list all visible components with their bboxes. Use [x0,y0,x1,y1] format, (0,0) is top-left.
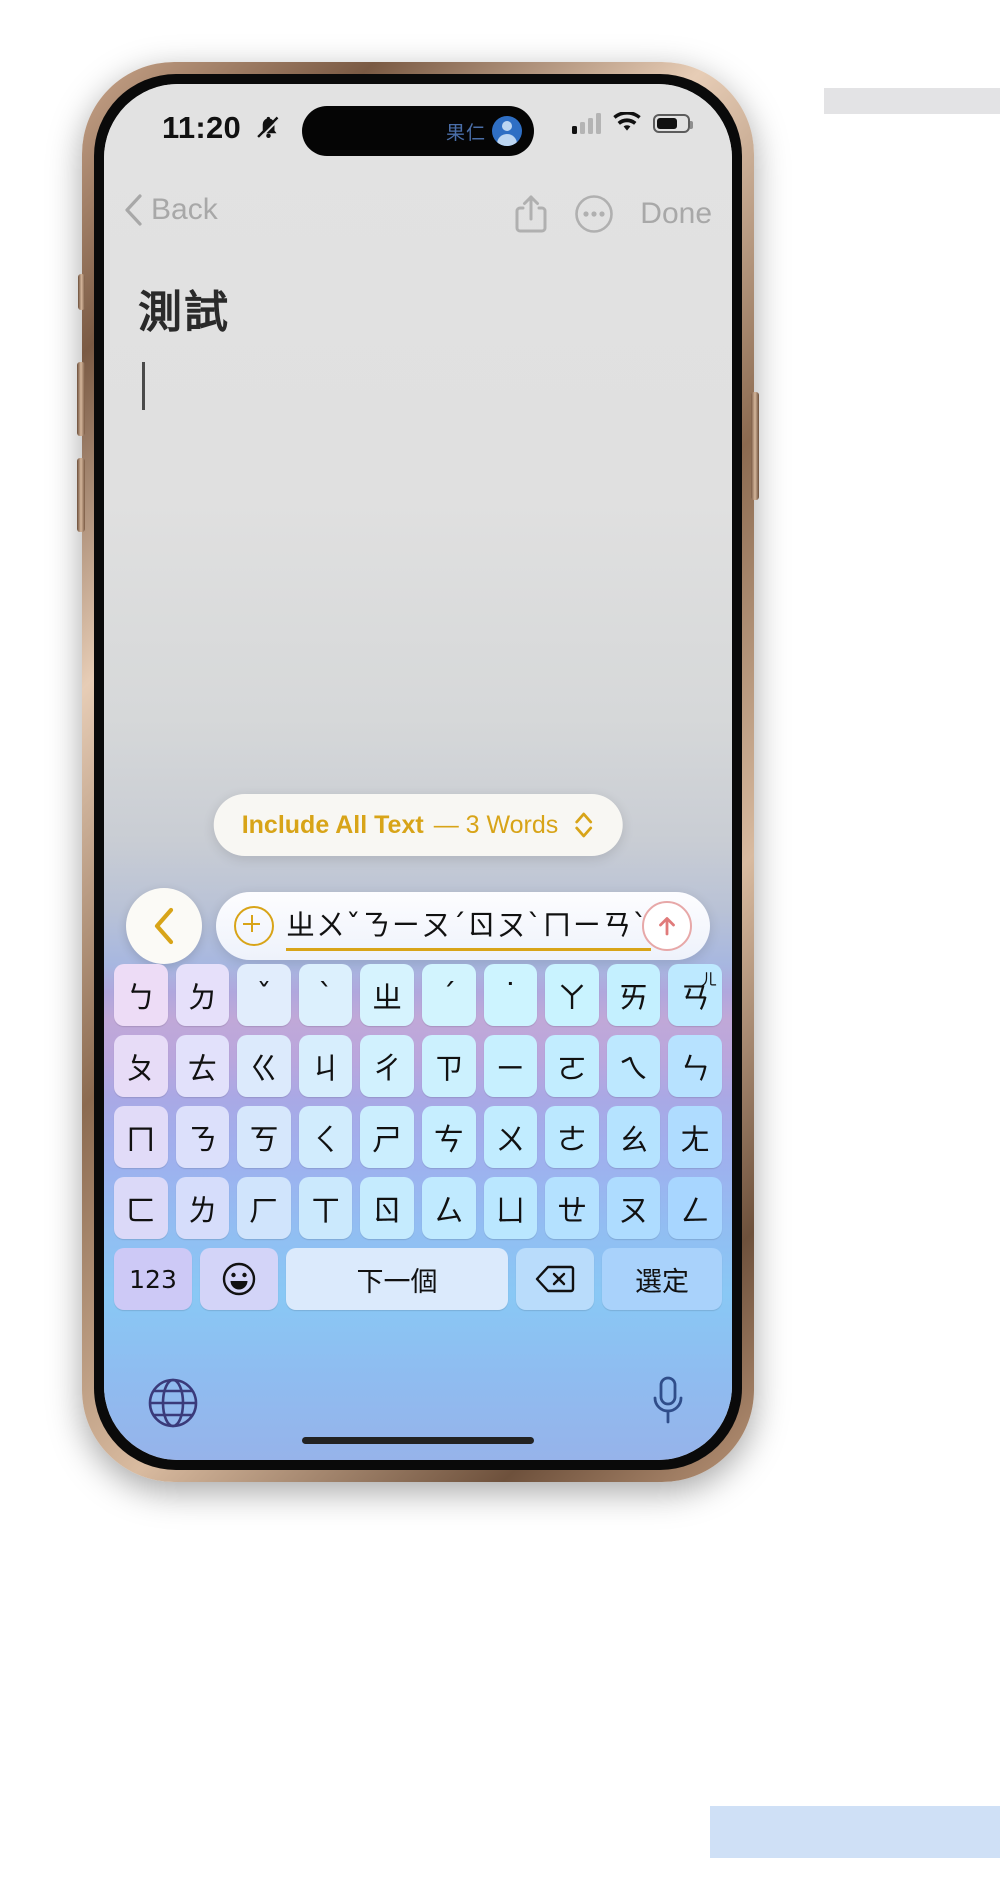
pill-count-label: — 3 Words [433,810,559,839]
bell-slash-icon [257,116,281,140]
chevron-left-icon [125,194,142,226]
ellipsis-circle-icon[interactable] [574,194,614,234]
back-button-label: Back [151,193,218,226]
key-qi[interactable]: ㄑ [298,1106,353,1168]
key-yu[interactable]: ㄩ [483,1177,538,1239]
key-chi[interactable]: ㄔ [360,1035,414,1097]
phone-screen: 11:20 果仁 Back Done 測試 Include All Text —… [104,84,732,1460]
key-tone2[interactable]: ˊ [421,964,476,1026]
key-er-superscript: ㄦ [700,970,717,989]
volume-down-button[interactable] [77,458,85,532]
key-ri[interactable]: ㄖ [360,1177,414,1239]
key-ge[interactable]: ㄍ [237,1035,291,1097]
globe-icon[interactable] [146,1376,200,1435]
keyboard-row-2: ㄆ ㄊ ㄍ ㄐ ㄔ ㄗ ㄧ ㄛ ㄟ ㄣ [104,1035,732,1097]
key-bo[interactable]: ㄅ [114,964,168,1026]
key-i[interactable]: ㄧ [483,1035,538,1097]
key-ai[interactable]: ㄞ [606,964,661,1026]
key-eh[interactable]: ㄝ [545,1177,599,1239]
power-button[interactable] [751,392,759,500]
key-e[interactable]: ㄜ [545,1106,599,1168]
home-indicator[interactable] [302,1437,534,1444]
signal-bars-icon [572,112,601,134]
key-ang[interactable]: ㄤ [668,1106,722,1168]
back-button[interactable]: Back [122,192,218,228]
dynamic-island[interactable]: 果仁 [302,106,534,156]
key-ci[interactable]: ㄘ [421,1106,476,1168]
status-bar-indicators [572,112,693,134]
status-bar-time: 11:20 [162,110,242,145]
key-en[interactable]: ㄣ [668,1035,722,1097]
key-ji[interactable]: ㄐ [298,1035,353,1097]
keyboard-row-4: ㄈ ㄌ ㄏ ㄒ ㄖ ㄙ ㄩ ㄝ ㄡ ㄥ [104,1177,732,1239]
ime-input-row: ㄓㄨˇㄋㄧㄡˊㄖㄡˋㄇㄧㄢˋ [104,884,732,974]
key-ou[interactable]: ㄡ [606,1177,661,1239]
note-title[interactable]: 測試 [138,276,230,340]
key-ei[interactable]: ㄟ [606,1035,661,1097]
background-strip-top-right [824,88,1000,114]
keyboard-bottom-bar [104,1368,732,1460]
key-do[interactable]: ㄉ [175,964,230,1026]
chevron-up-down-icon[interactable] [572,810,594,840]
chevron-left-icon [154,907,174,945]
phone-bezel: 11:20 果仁 Back Done 測試 Include All Text —… [94,74,742,1470]
key-le[interactable]: ㄌ [175,1177,230,1239]
zhuyin-keyboard: ㄅ ㄉ ˇ ˋ ㄓ ˊ ˙ ㄚ ㄞ ㄢ ㄦ ㄆ ㄊ ㄍ ㄐ ㄔ ㄗ ㄧ ㄛ ㄟ … [104,964,732,1460]
key-ke[interactable]: ㄎ [237,1106,291,1168]
key-o[interactable]: ㄛ [545,1035,599,1097]
composing-text: ㄓㄨˇㄋㄧㄡˊㄖㄡˋㄇㄧㄢˋ [286,902,652,951]
key-he[interactable]: ㄏ [237,1177,291,1239]
numbers-key[interactable]: 123 [114,1248,192,1310]
battery-icon [653,113,693,133]
key-mo[interactable]: ㄇ [114,1106,168,1168]
arrow-up-circle-icon[interactable] [642,901,692,951]
key-to[interactable]: ㄊ [175,1035,230,1097]
key-eng[interactable]: ㄥ [668,1177,722,1239]
key-an[interactable]: ㄢ ㄦ [668,964,722,1026]
select-key[interactable]: 選定 [602,1248,722,1310]
text-cursor [142,362,145,410]
key-tone3[interactable]: ˇ [237,964,291,1026]
volume-up-button[interactable] [77,362,85,436]
composing-input-field[interactable]: ㄓㄨˇㄋㄧㄡˊㄖㄡˋㄇㄧㄢˋ [216,892,710,960]
plus-circle-icon[interactable] [234,906,274,946]
navigation-actions: Done [514,194,712,234]
key-tone5[interactable]: ˙ [483,964,538,1026]
key-fo[interactable]: ㄈ [114,1177,168,1239]
key-no[interactable]: ㄋ [175,1106,230,1168]
emoji-key[interactable] [200,1248,278,1310]
share-icon[interactable] [514,194,548,234]
key-ao[interactable]: ㄠ [606,1106,661,1168]
wifi-icon [613,112,641,131]
pill-strong-label: Include All Text [241,810,424,839]
done-button[interactable]: Done [640,197,712,231]
dynamic-island-label: 果仁 [445,122,486,144]
backspace-icon [535,1265,575,1293]
key-tone4[interactable]: ˋ [298,964,353,1026]
key-a[interactable]: ㄚ [545,964,599,1026]
smiley-icon [222,1262,256,1296]
include-all-text-pill[interactable]: Include All Text — 3 Words [213,794,623,856]
next-candidate-key[interactable]: 下一個 [286,1248,508,1310]
keyboard-row-1: ㄅ ㄉ ˇ ˋ ㄓ ˊ ˙ ㄚ ㄞ ㄢ ㄦ [104,964,732,1026]
previous-candidate-button[interactable] [126,888,202,964]
key-po[interactable]: ㄆ [114,1035,168,1097]
key-zi[interactable]: ㄗ [421,1035,476,1097]
background-strip-bottom-right [710,1806,1000,1858]
keyboard-row-5: 123 下一個 選定 [104,1248,732,1310]
microphone-icon[interactable] [648,1374,688,1435]
key-si[interactable]: ㄙ [421,1177,476,1239]
mute-switch[interactable] [78,274,85,310]
key-zhi[interactable]: ㄓ [360,964,414,1026]
delete-key[interactable] [516,1248,594,1310]
contact-avatar-icon [492,116,522,146]
keyboard-row-3: ㄇ ㄋ ㄎ ㄑ ㄕ ㄘ ㄨ ㄜ ㄠ ㄤ [104,1106,732,1168]
key-u[interactable]: ㄨ [483,1106,538,1168]
navigation-bar: Back Done [104,186,732,248]
phone-frame: 11:20 果仁 Back Done 測試 Include All Text —… [77,62,759,1482]
key-xi[interactable]: ㄒ [298,1177,353,1239]
key-shi[interactable]: ㄕ [360,1106,414,1168]
